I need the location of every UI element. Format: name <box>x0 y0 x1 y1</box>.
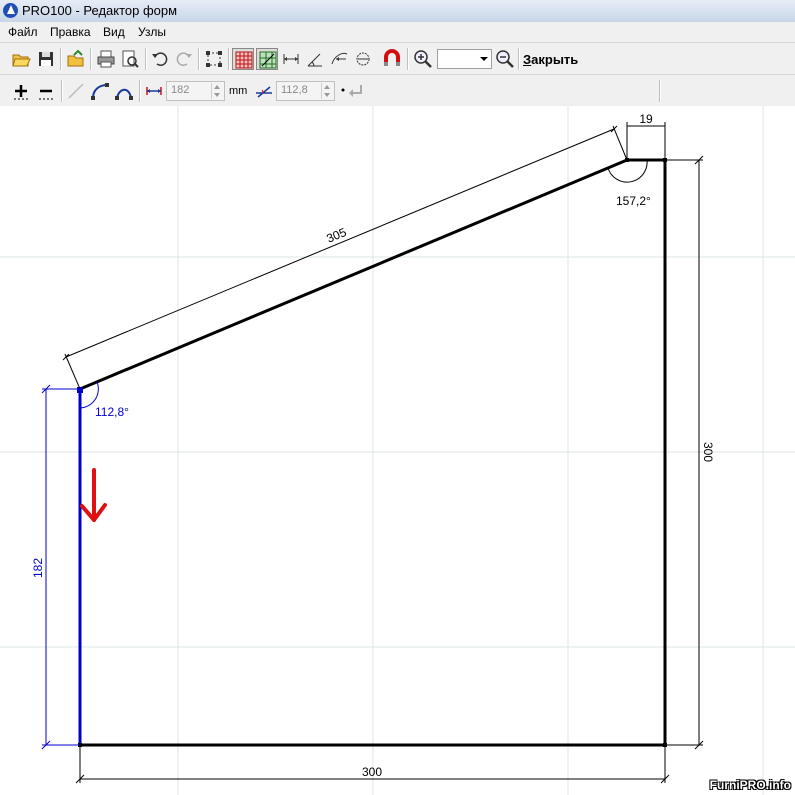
separator <box>145 48 147 70</box>
arc-tool-icon[interactable] <box>328 48 350 70</box>
redo-icon[interactable] <box>173 48 195 70</box>
magnet-icon[interactable] <box>381 48 403 70</box>
node-toolbar: 182 mm 112,8 <box>0 74 795 107</box>
save-icon[interactable] <box>35 48 57 70</box>
angle-arc-top-right <box>607 159 648 183</box>
open-folder-icon[interactable] <box>10 48 32 70</box>
dimension-left-label: 182 <box>31 558 45 578</box>
separator <box>139 80 141 102</box>
dimension-top-edge-label: 305 <box>325 225 349 246</box>
length-input[interactable]: 182 <box>166 81 225 101</box>
print-preview-icon[interactable] <box>119 48 141 70</box>
arc-segment-icon[interactable] <box>89 80 111 102</box>
arrow-down-icon <box>80 468 107 522</box>
dimension-bottom-label: 300 <box>362 765 382 779</box>
window-title: PRO100 - Редактор форм <box>22 3 178 18</box>
background-grid <box>0 106 795 795</box>
top-slanted-edge[interactable] <box>79 158 628 391</box>
apply-enter-icon[interactable] <box>345 80 367 102</box>
undo-icon[interactable] <box>149 48 171 70</box>
select-nodes-icon[interactable] <box>203 48 225 70</box>
title-bar: PRO100 - Редактор форм <box>0 0 795 23</box>
angle-label-left: 112,8° <box>95 405 129 419</box>
print-icon[interactable] <box>95 48 117 70</box>
app-icon <box>3 3 18 18</box>
dimension-right-label: 300 <box>701 442 715 462</box>
length-spinner[interactable] <box>211 83 223 99</box>
zoom-select[interactable] <box>437 49 492 69</box>
menu-file[interactable]: Файл <box>8 25 38 39</box>
angle-value: 112,8 <box>281 84 308 96</box>
length-unit: mm <box>229 85 248 97</box>
chevron-down-icon <box>480 57 488 61</box>
menu-bar: Файл Правка Вид Узлы <box>0 22 795 42</box>
separator <box>407 48 409 70</box>
separator <box>228 48 230 70</box>
angle-label-top-right: 157,2° <box>616 194 651 208</box>
separator <box>61 80 63 102</box>
radius-tool-icon[interactable] <box>352 48 374 70</box>
separator <box>518 48 520 70</box>
separator <box>198 48 200 70</box>
snap-grid-icon[interactable] <box>256 48 278 70</box>
separator <box>90 48 92 70</box>
zoom-out-icon[interactable] <box>494 48 516 70</box>
close-button[interactable]: Закрыть <box>523 52 578 67</box>
menu-nodes[interactable]: Узлы <box>138 25 166 39</box>
remove-node-icon[interactable] <box>35 80 57 102</box>
length-icon <box>143 80 165 102</box>
angle-spinner[interactable] <box>321 83 333 99</box>
angle-dimension-icon[interactable] <box>304 48 326 70</box>
watermark: FurniPRO.info <box>709 778 791 792</box>
horizontal-dimension-icon[interactable] <box>280 48 302 70</box>
zoom-in-icon[interactable] <box>412 48 434 70</box>
length-value: 182 <box>171 84 190 96</box>
angle-icon <box>253 80 275 102</box>
dimension-left <box>41 384 80 750</box>
curve-segment-icon[interactable] <box>113 80 135 102</box>
line-segment-icon[interactable] <box>65 80 87 102</box>
menu-view[interactable]: Вид <box>103 25 125 39</box>
add-node-icon[interactable] <box>10 80 32 102</box>
menu-edit[interactable]: Правка <box>50 25 91 39</box>
drawing-canvas[interactable]: 305 19 300 300 182 157,2° 112,8° FurniPR… <box>0 106 795 795</box>
angle-input[interactable]: 112,8 <box>276 81 335 101</box>
main-toolbar: Закрыть <box>0 42 795 75</box>
separator <box>659 80 661 102</box>
separator <box>60 48 62 70</box>
export-icon[interactable] <box>65 48 87 70</box>
grid-icon[interactable] <box>232 48 254 70</box>
dimension-top-short <box>626 122 666 160</box>
dimension-top-short-label: 19 <box>639 112 653 126</box>
